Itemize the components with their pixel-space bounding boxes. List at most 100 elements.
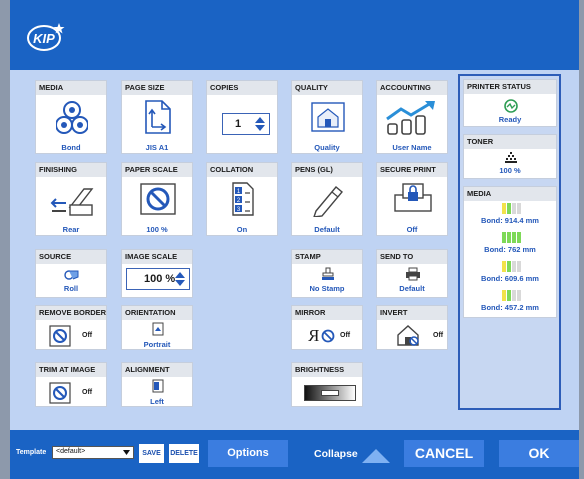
printer-status-value: Ready (498, 115, 522, 124)
accounting-card[interactable]: ACCOUNTING User Name (376, 80, 448, 154)
image-scale-card-title: IMAGE SCALE (122, 250, 192, 264)
copies-value: 1 (235, 118, 242, 130)
media-card[interactable]: MEDIA Bond (35, 80, 107, 154)
template-label: Template (16, 449, 47, 456)
brightness-card[interactable]: BRIGHTNESS (291, 362, 363, 407)
roll-label: Bond: 457.2 mm (481, 303, 539, 312)
secure-print-card-value: Off (406, 225, 418, 234)
roll-level-bars (502, 290, 522, 301)
printer-icon (406, 267, 420, 281)
ok-button[interactable]: OK (499, 440, 579, 467)
page-size-card-title: PAGE SIZE (122, 81, 192, 95)
roll-level-segment (512, 232, 516, 243)
orientation-card-title: ORIENTATION (122, 306, 192, 320)
brightness-slider[interactable] (304, 385, 356, 401)
roll-level-segment (507, 290, 511, 301)
stamp-card[interactable]: STAMP No Stamp (291, 249, 363, 298)
template-select[interactable]: <default> (52, 446, 134, 459)
collapse-button[interactable]: Collapse (306, 440, 392, 467)
media-status-card: MEDIA Bond: 914.4 mm Bond: 762 mm Bond: 60… (463, 186, 557, 318)
pens-card[interactable]: PENS (GL) Default (291, 162, 363, 236)
invert-card[interactable]: INVERT Off (376, 305, 448, 350)
roll-level-segment (517, 261, 521, 272)
paper-scale-card-title: PAPER SCALE (122, 163, 192, 177)
media-status-title: MEDIA (464, 187, 556, 201)
collapse-label: Collapse (314, 448, 358, 460)
chevron-down-icon (123, 450, 130, 455)
image-scale-stepper[interactable]: 100 % (126, 268, 190, 290)
brightness-slider-thumb[interactable] (321, 390, 339, 396)
printer-status-title: PRINTER STATUS (464, 80, 556, 94)
secure-print-card[interactable]: SECURE PRINT Off (376, 162, 448, 236)
template-select-value: <default> (56, 448, 86, 455)
mirror-card-title: MIRROR (292, 306, 362, 320)
source-card-title: SOURCE (36, 250, 106, 264)
media-roll-item: Bond: 457.2 mm (464, 290, 556, 318)
orientation-card[interactable]: ORIENTATION Portrait (121, 305, 193, 350)
roll-level-segment (507, 203, 511, 214)
roll-level-segment (517, 203, 521, 214)
no-icon (321, 329, 335, 343)
options-button[interactable]: Options (208, 440, 288, 467)
quality-house-icon (311, 102, 345, 132)
roll-level-segment (517, 290, 521, 301)
window-frame-left (0, 0, 10, 479)
roll-level-segment (512, 203, 516, 214)
pens-card-title: PENS (GL) (292, 163, 362, 177)
roll-level-bars (502, 261, 522, 272)
quality-card-value: Quality (314, 143, 340, 152)
copies-stepper[interactable]: 1 (222, 113, 270, 135)
finishing-card[interactable]: FINISHING Rear (35, 162, 107, 236)
trim-at-image-card-title: TRIM AT IMAGE (36, 363, 106, 377)
mirror-card[interactable]: MIRROR R Off (291, 305, 363, 350)
roll-level-bars (502, 203, 522, 214)
copies-card-title: COPIES (207, 81, 277, 95)
page-size-card[interactable]: PAGE SIZE JIS A1 (121, 80, 193, 154)
roll-level-segment (517, 232, 521, 243)
delete-button[interactable]: DELETE (169, 444, 199, 463)
stepper-arrows-icon[interactable] (174, 271, 186, 287)
remove-borders-card[interactable]: REMOVE BORDERS Off (35, 305, 107, 350)
paper-scale-card[interactable]: PAPER SCALE 100 % (121, 162, 193, 236)
accounting-chart-icon (386, 101, 435, 135)
alignment-card-value: Left (150, 397, 164, 406)
mirror-card-value: Off (340, 332, 351, 339)
finishing-card-title: FINISHING (36, 163, 106, 177)
roll-level-segment (507, 232, 511, 243)
invert-card-value: Off (433, 332, 444, 339)
trim-at-image-card[interactable]: TRIM AT IMAGE Off (35, 362, 107, 407)
align-left-icon (152, 379, 164, 393)
finishing-output-icon (50, 188, 94, 216)
quality-card[interactable]: QUALITY Quality (291, 80, 363, 154)
cancel-button[interactable]: CANCEL (404, 440, 484, 467)
stepper-arrows-icon[interactable] (254, 116, 266, 132)
trim-icon (49, 382, 71, 404)
copies-card[interactable]: COPIES 1 (206, 80, 278, 154)
media-card-value: Bond (61, 143, 81, 152)
chevron-up-icon (362, 449, 390, 463)
stamp-card-title: STAMP (292, 250, 362, 264)
send-to-card-title: SEND TO (377, 250, 447, 264)
media-roll-item: Bond: 762 mm (464, 232, 556, 260)
save-button[interactable]: SAVE (139, 444, 164, 463)
source-card[interactable]: SOURCE Roll (35, 249, 107, 298)
remove-borders-icon (49, 325, 71, 347)
image-scale-card[interactable]: IMAGE SCALE 100 % (121, 249, 193, 298)
collation-card-value: On (236, 225, 248, 234)
roll-level-segment (502, 203, 506, 214)
alignment-card[interactable]: ALIGNMENT Left (121, 362, 193, 407)
window-frame-right (579, 0, 584, 479)
roll-level-segment (502, 261, 506, 272)
roll-label: Bond: 914.4 mm (481, 216, 539, 225)
roll-level-bars (502, 232, 522, 243)
send-to-card[interactable]: SEND TO Default (376, 249, 448, 298)
secure-printer-icon (394, 183, 432, 212)
roll-level-segment (507, 261, 511, 272)
collation-card[interactable]: COLLATION 1 2 3 On (206, 162, 278, 236)
media-roll-item: Bond: 609.6 mm (464, 261, 556, 289)
invert-house-icon (397, 325, 419, 346)
ready-icon (504, 99, 518, 113)
pens-card-value: Default (314, 225, 340, 234)
page-size-icon (145, 100, 171, 134)
paper-scale-card-value: 100 % (146, 225, 168, 234)
